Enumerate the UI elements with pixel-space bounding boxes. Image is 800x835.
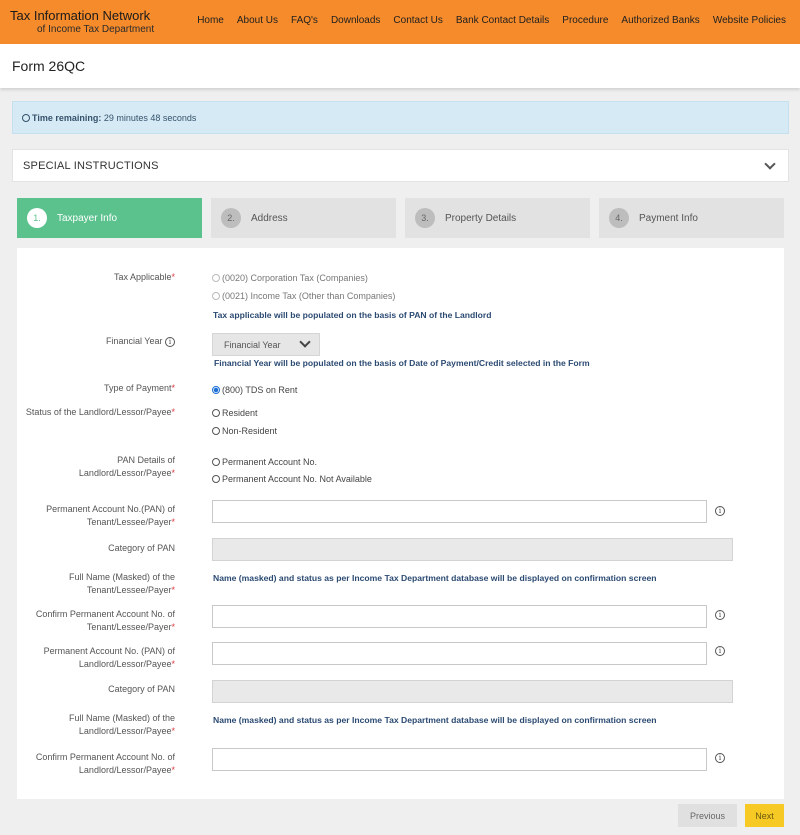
radio-permanent-account-no[interactable]: Permanent Account No. <box>212 457 317 467</box>
brand-logo[interactable]: Tax Information Network of Income Tax De… <box>10 8 154 36</box>
special-instructions-panel[interactable]: SPECIAL INSTRUCTIONS <box>12 149 789 182</box>
nav-contact-us[interactable]: Contact Us <box>393 15 442 26</box>
confirm-pan-landlord-input[interactable] <box>212 748 707 771</box>
step-property-details[interactable]: 3. Property Details <box>405 198 590 238</box>
info-icon[interactable]: i <box>715 506 725 516</box>
radio-icon <box>212 409 220 417</box>
taxpayer-info-form: Tax Applicable* (0020) Corporation Tax (… <box>17 248 784 799</box>
category-of-pan-label: Category of PAN <box>108 684 175 694</box>
radio-icon <box>212 475 220 483</box>
tax-applicable-label: Tax Applicable* <box>113 272 175 282</box>
info-icon[interactable]: i <box>715 610 725 620</box>
time-remaining-text: Time remaining: 29 minutes 48 seconds <box>22 113 196 123</box>
radio-non-resident[interactable]: Non-Resident <box>212 426 277 436</box>
brand-title: Tax Information Network <box>10 8 151 23</box>
radio-icon <box>212 427 220 435</box>
time-remaining-banner: Time remaining: 29 minutes 48 seconds <box>12 101 789 134</box>
category-of-pan-label: Category of PAN <box>108 543 175 553</box>
nav-bank-contact-details[interactable]: Bank Contact Details <box>456 15 549 26</box>
radio-income-tax[interactable]: (0021) Income Tax (Other than Companies) <box>212 291 395 301</box>
nav-procedure[interactable]: Procedure <box>562 15 608 26</box>
radio-tds-on-rent[interactable]: (800) TDS on Rent <box>212 385 297 395</box>
radio-icon <box>212 274 220 282</box>
category-of-pan-field <box>212 538 733 561</box>
nav-downloads[interactable]: Downloads <box>331 15 380 26</box>
pan-details-label: PAN Details of Landlord/Lessor/Payee* <box>78 455 175 478</box>
time-remaining-value: 29 minutes 48 seconds <box>103 113 197 123</box>
financial-year-note: Financial Year will be populated on the … <box>214 358 590 368</box>
brand-subtitle: of Income Tax Department <box>37 24 155 35</box>
step-label: Address <box>251 212 288 224</box>
status-label: Status of the Landlord/Lessor/Payee* <box>25 407 175 417</box>
radio-resident[interactable]: Resident <box>212 408 258 418</box>
confirm-pan-landlord-label: Confirm Permanent Account No. of Landlord… <box>35 752 175 775</box>
clock-icon <box>22 114 30 122</box>
nav-about-us[interactable]: About Us <box>237 15 278 26</box>
site-header: Tax Information Network of Income Tax De… <box>0 0 800 44</box>
page-title: Form 26QC <box>12 58 86 74</box>
full-name-landlord-label: Full Name (Masked) of the Landlord/Lessor… <box>68 713 175 736</box>
category-of-pan-field <box>212 680 733 703</box>
title-bar: Form 26QC <box>0 44 800 88</box>
step-address[interactable]: 2. Address <box>211 198 396 238</box>
step-taxpayer-info[interactable]: 1. Taxpayer Info <box>17 198 202 238</box>
step-label: Taxpayer Info <box>57 212 118 224</box>
type-of-payment-label: Type of Payment* <box>103 383 175 393</box>
radio-icon <box>212 386 220 394</box>
next-button[interactable]: Next <box>745 804 784 827</box>
step-number: 3. <box>415 208 435 228</box>
chevron-down-icon[interactable] <box>764 158 776 170</box>
step-payment-info[interactable]: 4. Payment Info <box>599 198 784 238</box>
special-instructions-label: SPECIAL INSTRUCTIONS <box>23 160 159 172</box>
financial-year-label: Financial Year i <box>106 335 175 348</box>
pan-landlord-input[interactable] <box>212 642 707 665</box>
radio-pan-not-available[interactable]: Permanent Account No. Not Available <box>212 474 372 484</box>
info-icon[interactable]: i <box>715 646 725 656</box>
previous-button[interactable]: Previous <box>678 804 737 827</box>
radio-icon <box>212 292 220 300</box>
financial-year-select[interactable]: Financial Year <box>212 333 320 356</box>
pan-tenant-input[interactable] <box>212 500 707 523</box>
full-name-tenant-note: Name (masked) and status as per Income T… <box>213 573 657 583</box>
pan-landlord-label: Permanent Account No. (PAN) of Landlord/L… <box>43 646 175 669</box>
step-label: Payment Info <box>639 212 698 224</box>
nav-faqs[interactable]: FAQ's <box>291 15 318 26</box>
full-name-landlord-note: Name (masked) and status as per Income T… <box>213 715 657 725</box>
tax-applicable-note: Tax applicable will be populated on the … <box>213 310 492 320</box>
nav-website-policies[interactable]: Website Policies <box>713 15 786 26</box>
nav-authorized-banks[interactable]: Authorized Banks <box>621 15 699 26</box>
confirm-pan-tenant-input[interactable] <box>212 605 707 628</box>
confirm-pan-tenant-label: Confirm Permanent Account No. of Tenant/L… <box>35 609 175 632</box>
pan-tenant-label: Permanent Account No.(PAN) of Tenant/Less… <box>46 504 175 527</box>
chevron-down-icon <box>299 336 311 348</box>
step-label: Property Details <box>445 212 517 224</box>
info-icon[interactable]: i <box>715 753 725 763</box>
full-name-tenant-label: Full Name (Masked) of the Tenant/Lessee/P… <box>68 572 175 595</box>
nav-home[interactable]: Home <box>197 15 224 26</box>
radio-corporation-tax[interactable]: (0020) Corporation Tax (Companies) <box>212 273 368 283</box>
step-number: 2. <box>221 208 241 228</box>
time-remaining-label: Time remaining: <box>32 113 102 123</box>
radio-icon <box>212 458 220 466</box>
main-nav: Home About Us FAQ's Downloads Contact Us… <box>197 15 786 26</box>
step-number: 4. <box>609 208 629 228</box>
info-icon[interactable]: i <box>165 336 175 347</box>
step-number: 1. <box>27 208 47 228</box>
